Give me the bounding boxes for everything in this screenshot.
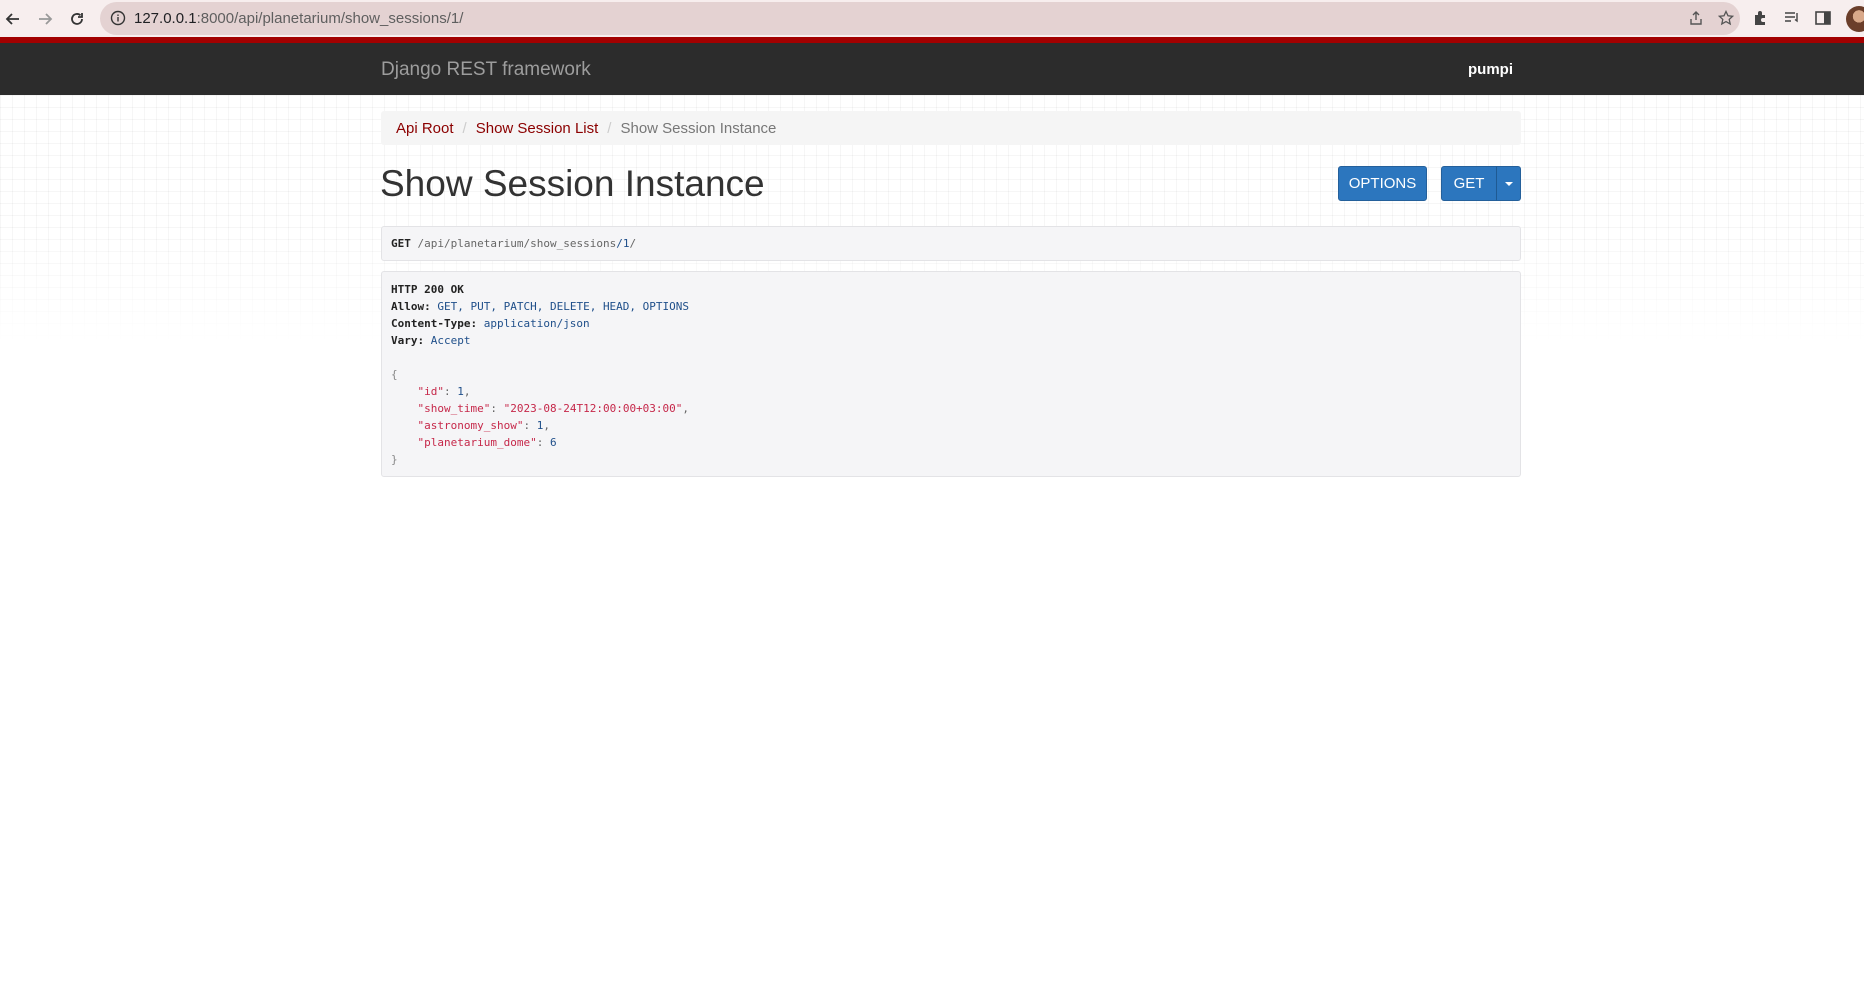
- address-bar[interactable]: 127.0.0.1:8000/api/planetarium/show_sess…: [100, 2, 1740, 35]
- path-part: /: [629, 237, 637, 250]
- bookmark-star-icon[interactable]: [1717, 9, 1735, 31]
- json-value: "2023-08-24T12:00:00+03:00": [503, 402, 683, 415]
- json-close-brace: }: [391, 453, 398, 466]
- json-key: "show_time": [417, 402, 491, 415]
- json-field: "show_time": "2023-08-24T12:00:00+03:00"…: [417, 402, 690, 415]
- brand-link[interactable]: Django REST framework: [381, 59, 591, 81]
- json-field: "id": 1,: [417, 385, 471, 398]
- breadcrumb: Api Root / Show Session List / Show Sess…: [381, 111, 1521, 145]
- request-info: GET /api/planetarium/show_sessions/1/: [381, 226, 1521, 261]
- json-value: 6: [549, 436, 557, 449]
- forward-arrow-icon[interactable]: [32, 6, 58, 32]
- get-format-dropdown-button[interactable]: [1496, 166, 1521, 201]
- profile-avatar[interactable]: [1846, 6, 1864, 32]
- path-part: /show_sessions: [523, 237, 617, 250]
- json-key: "id": [417, 385, 445, 398]
- url-text[interactable]: 127.0.0.1:8000/api/planetarium/show_sess…: [134, 10, 463, 27]
- breadcrumb-api-root[interactable]: Api Root: [396, 120, 454, 137]
- header-name: Content-Type:: [391, 317, 478, 330]
- json-field: "astronomy_show": 1,: [417, 419, 550, 432]
- json-open-brace: {: [391, 368, 398, 381]
- request-path: /api/planetarium/show_sessions/1/: [418, 237, 637, 250]
- response-header: Allow: GET, PUT, PATCH, DELETE, HEAD, OP…: [391, 298, 1520, 315]
- json-comma: ,: [543, 419, 550, 432]
- json-comma: ,: [682, 402, 690, 415]
- url-path: :8000/api/planetarium/show_sessions/1/: [196, 10, 464, 27]
- header-name: Allow:: [391, 300, 431, 313]
- json-value: 1: [457, 385, 464, 398]
- share-icon[interactable]: [1688, 10, 1704, 31]
- options-button[interactable]: OPTIONS: [1338, 166, 1427, 201]
- reading-list-icon[interactable]: [1783, 9, 1801, 32]
- get-button[interactable]: GET: [1441, 166, 1497, 201]
- response-header: Vary: Accept: [391, 332, 1520, 349]
- json-comma: ,: [463, 385, 471, 398]
- caret-down-icon: [1504, 181, 1513, 186]
- breadcrumb-separator: /: [462, 119, 467, 137]
- header-value: GET, PUT, PATCH, DELETE, HEAD, OPTIONS: [437, 300, 690, 313]
- response-status: HTTP 200 OK: [391, 283, 464, 296]
- breadcrumb-show-session-list[interactable]: Show Session List: [476, 120, 599, 137]
- path-part: /api: [417, 237, 445, 250]
- user-menu[interactable]: pumpi: [1468, 61, 1513, 78]
- path-part: /1: [616, 237, 630, 250]
- info-icon[interactable]: [110, 10, 126, 31]
- breadcrumb-separator: /: [607, 119, 612, 137]
- json-key: "astronomy_show": [417, 419, 524, 432]
- top-navbar: Django REST framework pumpi: [0, 43, 1864, 95]
- reload-icon[interactable]: [64, 6, 90, 32]
- header-value: Accept: [430, 334, 471, 347]
- response-info: HTTP 200 OK Allow: GET, PUT, PATCH, DELE…: [381, 271, 1521, 477]
- json-key: "planetarium_dome": [417, 436, 537, 449]
- extensions-puzzle-icon[interactable]: [1752, 9, 1770, 32]
- json-field: "planetarium_dome": 6: [417, 436, 557, 449]
- page-title: Show Session Instance: [380, 163, 765, 204]
- url-host: 127.0.0.1: [134, 10, 197, 27]
- back-arrow-icon[interactable]: [0, 6, 26, 32]
- response-header: Content-Type: application/json: [391, 315, 1520, 332]
- browser-chrome: 127.0.0.1:8000/api/planetarium/show_sess…: [0, 0, 1864, 37]
- path-part: /planetarium: [444, 237, 524, 250]
- header-name: Vary:: [391, 334, 425, 347]
- request-method: GET: [391, 237, 411, 250]
- header-value: application/json: [483, 317, 590, 330]
- breadcrumb-active: Show Session Instance: [620, 119, 777, 137]
- side-panel-icon[interactable]: [1814, 9, 1832, 32]
